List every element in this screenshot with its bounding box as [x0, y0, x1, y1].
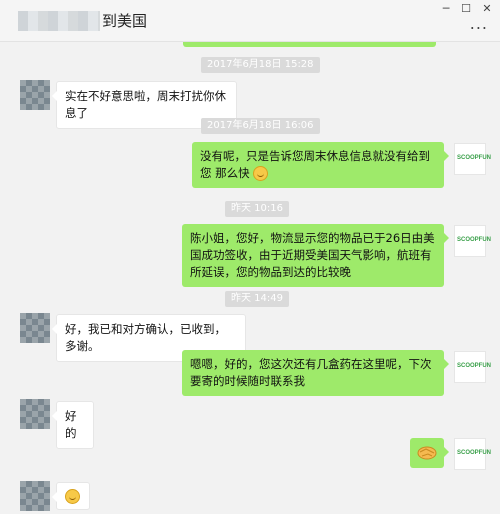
timestamp: 昨天 14:49	[225, 291, 289, 307]
contact-avatar[interactable]	[20, 481, 50, 511]
scoopfun-logo-text: SCOOPFUN	[457, 237, 492, 243]
message-bubble[interactable]	[52, 482, 90, 510]
partial-message-bubble	[183, 42, 436, 47]
scoopfun-logo-text: SCOOPFUN	[457, 155, 492, 161]
minimize-button[interactable]: ─	[437, 2, 455, 16]
user-avatar[interactable]: SCOOPFUN	[454, 438, 491, 470]
message-text: 没有呢，只是告诉您周末休息信息就没有给到您 那么快	[200, 149, 430, 180]
smile-emoji-icon	[65, 489, 80, 504]
scoopfun-logo-text: SCOOPFUN	[457, 450, 492, 456]
user-avatar[interactable]: SCOOPFUN	[454, 351, 491, 383]
message-bubble[interactable]: 没有呢，只是告诉您周末休息信息就没有给到您 那么快	[192, 142, 449, 188]
contact-avatar[interactable]	[20, 399, 50, 429]
contact-avatar[interactable]	[20, 313, 50, 343]
timestamp: 2017年6月18日 16:06	[201, 118, 320, 134]
title-bar: 到美国 ─ ☐ ✕ ...	[0, 0, 500, 42]
message-bubble[interactable]	[410, 438, 449, 468]
contact-avatar[interactable]	[20, 80, 50, 110]
user-avatar[interactable]: SCOOPFUN	[454, 143, 491, 175]
more-options-button[interactable]: ...	[470, 14, 488, 33]
user-avatar[interactable]: SCOOPFUN	[454, 225, 491, 257]
scoopfun-logo-text: SCOOPFUN	[457, 363, 492, 369]
timestamp: 昨天 10:16	[225, 201, 289, 217]
message-bubble[interactable]: 陈小姐，您好，物流显示您的物品已于26日由美国成功签收，由于近期受美国天气影响，…	[182, 224, 449, 287]
smile-emoji-icon	[253, 166, 269, 181]
message-bubble[interactable]: 嗯嗯，好的，您这次还有几盒药在这里呢，下次要寄的时候随时联系我	[182, 350, 449, 396]
handshake-emoji-icon	[417, 446, 437, 460]
chat-title: 到美国	[102, 12, 148, 30]
timestamp: 2017年6月18日 15:28	[201, 57, 320, 73]
message-bubble[interactable]: 好的	[52, 401, 94, 449]
contact-name-blurred	[18, 11, 100, 31]
